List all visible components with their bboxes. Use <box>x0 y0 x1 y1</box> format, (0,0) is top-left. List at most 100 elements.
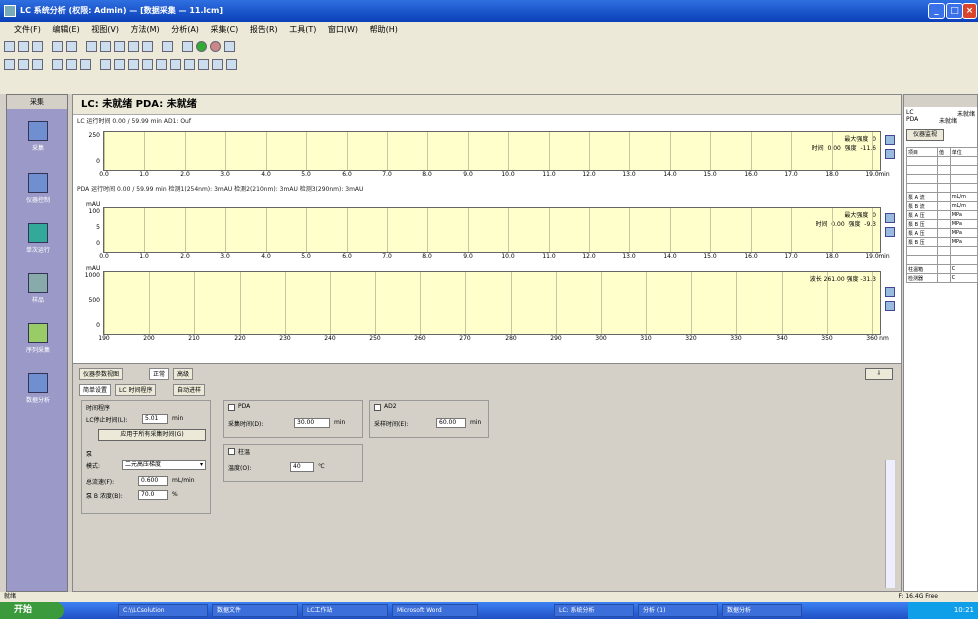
tool10-icon[interactable] <box>226 59 237 70</box>
pda-settings-icon[interactable] <box>885 227 895 237</box>
params-scrollbar[interactable] <box>885 460 895 588</box>
tool7-icon[interactable] <box>184 59 195 70</box>
menu-report[interactable]: 报告(R) <box>250 25 278 34</box>
tool8-icon[interactable] <box>198 59 209 70</box>
taskbar-item[interactable]: LC: 系统分析 <box>554 604 634 617</box>
grid-line <box>791 132 792 170</box>
menu-window[interactable]: 窗口(W) <box>328 25 358 34</box>
subtab-autosampler[interactable]: 自动进样 <box>173 384 206 396</box>
tool5-icon[interactable] <box>156 59 167 70</box>
table-cell <box>937 264 951 274</box>
taskbar-item[interactable]: LC工作站 <box>302 604 388 617</box>
table-row: 泵 A 压 MPa <box>905 228 978 238</box>
method-icon[interactable] <box>86 41 97 52</box>
subtab-simple[interactable]: 简单设置 <box>79 384 112 396</box>
taskbar-item[interactable]: Microsoft Word <box>392 604 478 617</box>
sidebar-item-acquire[interactable]: 采集 <box>13 121 63 152</box>
link-icon[interactable] <box>66 59 77 70</box>
menu-tools[interactable]: 工具(T) <box>289 25 316 34</box>
minimize-button[interactable]: _ <box>928 3 945 19</box>
chart-settings-icon[interactable] <box>885 149 895 159</box>
apply-all-button[interactable]: 应用于所有采集时间(G) <box>98 429 206 441</box>
open-icon[interactable] <box>18 41 29 52</box>
save-icon[interactable] <box>32 41 43 52</box>
layout-icon[interactable] <box>52 59 63 70</box>
settings-icon[interactable] <box>80 59 91 70</box>
spectrum-zoom-icon[interactable] <box>885 287 895 297</box>
grid-line <box>387 208 388 252</box>
header-value: 值 <box>937 147 951 157</box>
pump-mode-select[interactable]: 二元高压梯度 ▾ <box>122 460 206 470</box>
menu-help[interactable]: 帮助(H) <box>370 25 398 34</box>
pause-icon[interactable] <box>224 41 235 52</box>
stop-time-input[interactable]: 5.01 <box>142 414 168 424</box>
menu-edit[interactable]: 编辑(E) <box>52 25 79 34</box>
flow-label: 总流速(F): <box>86 479 115 486</box>
ad-group: AD2 采样时间(E): 60.00 min <box>369 400 489 438</box>
sidebar-item-single-run[interactable]: 单次运行 <box>13 223 63 254</box>
oven-checkbox[interactable] <box>228 448 235 455</box>
pump-title: 泵 <box>86 451 93 458</box>
menu-acquire[interactable]: 采集(C) <box>210 25 238 34</box>
tool6-icon[interactable] <box>170 59 181 70</box>
menu-file[interactable]: 文件(F) <box>14 25 41 34</box>
pda-checkbox[interactable] <box>228 404 235 411</box>
grid-line <box>104 132 105 170</box>
taskbar-item[interactable]: 数据分析 <box>722 604 802 617</box>
run-icon[interactable] <box>142 41 153 52</box>
pda-time-input[interactable]: 30.00 <box>294 418 330 428</box>
y-tick-label: 1000 <box>84 272 100 279</box>
maximize-button[interactable]: □ <box>946 3 963 19</box>
sidebar-item-sample[interactable]: 样品 <box>13 273 63 304</box>
taskbar-item[interactable]: 分析 (1) <box>638 604 718 617</box>
stop-icon[interactable] <box>210 41 221 52</box>
tab-instrument-params[interactable]: 仪器参数视图 <box>79 368 124 380</box>
x-tick-label: 15.0 <box>703 171 717 178</box>
ad-checkbox[interactable] <box>374 404 381 411</box>
start-icon[interactable] <box>196 41 207 52</box>
sidebar-item-data-analysis[interactable]: 数据分析 <box>13 373 63 404</box>
subtab-lc-time[interactable]: LC 时间程序 <box>115 384 157 396</box>
menu-view[interactable]: 视图(V) <box>91 25 119 34</box>
table-row: 泵 B 流 mL/m <box>905 201 978 211</box>
spectrum-settings-icon[interactable] <box>885 301 895 311</box>
timeprog-title: 时间程序 <box>86 405 111 412</box>
table-icon[interactable] <box>114 41 125 52</box>
new-icon[interactable] <box>4 41 15 52</box>
tool-icon[interactable] <box>100 59 111 70</box>
flow-input[interactable]: 0.600 <box>138 476 168 486</box>
download-button[interactable]: ⇩ <box>865 368 893 380</box>
tab-advanced[interactable]: 高级 <box>173 368 194 380</box>
help-icon[interactable] <box>162 41 173 52</box>
batch-icon[interactable] <box>100 41 111 52</box>
table-cell <box>949 246 978 256</box>
preview-icon[interactable] <box>66 41 77 52</box>
taskbar-item[interactable]: C:\\LCsolution <box>118 604 208 617</box>
chart-zoom-icon[interactable] <box>885 135 895 145</box>
view-icon[interactable] <box>128 41 139 52</box>
sidebar-item-sequence[interactable]: 序列采集 <box>13 323 63 354</box>
print-icon[interactable] <box>52 41 63 52</box>
acq-icon[interactable] <box>4 59 15 70</box>
ad-time-input[interactable]: 60.00 <box>436 418 466 428</box>
sidebar-item-instrument[interactable]: 仪器控制 <box>13 173 63 204</box>
monitor-button[interactable]: 仪器监视 <box>906 129 944 141</box>
menu-method[interactable]: 方法(M) <box>131 25 160 34</box>
tab-normal[interactable]: 正常 <box>149 368 170 380</box>
tool2-icon[interactable] <box>114 59 125 70</box>
grid-line <box>751 208 752 252</box>
conc-input[interactable]: 70.0 <box>138 490 168 500</box>
lc-chart: 最大强度 0 时间 0.00 强度 -11.6 0.0 1.0 2.0 3.0 4.0 5… <box>89 131 890 178</box>
taskbar-item[interactable]: 数据文件 <box>212 604 298 617</box>
oven-temp-input[interactable]: 40 <box>290 462 314 472</box>
tool9-icon[interactable] <box>212 59 223 70</box>
start-button[interactable]: 开始 <box>0 602 64 619</box>
close-button[interactable]: × <box>962 3 977 19</box>
tool4-icon[interactable] <box>142 59 153 70</box>
tool3-icon[interactable] <box>128 59 139 70</box>
instrument-icon[interactable] <box>182 41 193 52</box>
pda-zoom-icon[interactable] <box>885 213 895 223</box>
zoom-icon[interactable] <box>32 59 43 70</box>
menu-analysis[interactable]: 分析(A) <box>171 25 199 34</box>
chrom-icon[interactable] <box>18 59 29 70</box>
